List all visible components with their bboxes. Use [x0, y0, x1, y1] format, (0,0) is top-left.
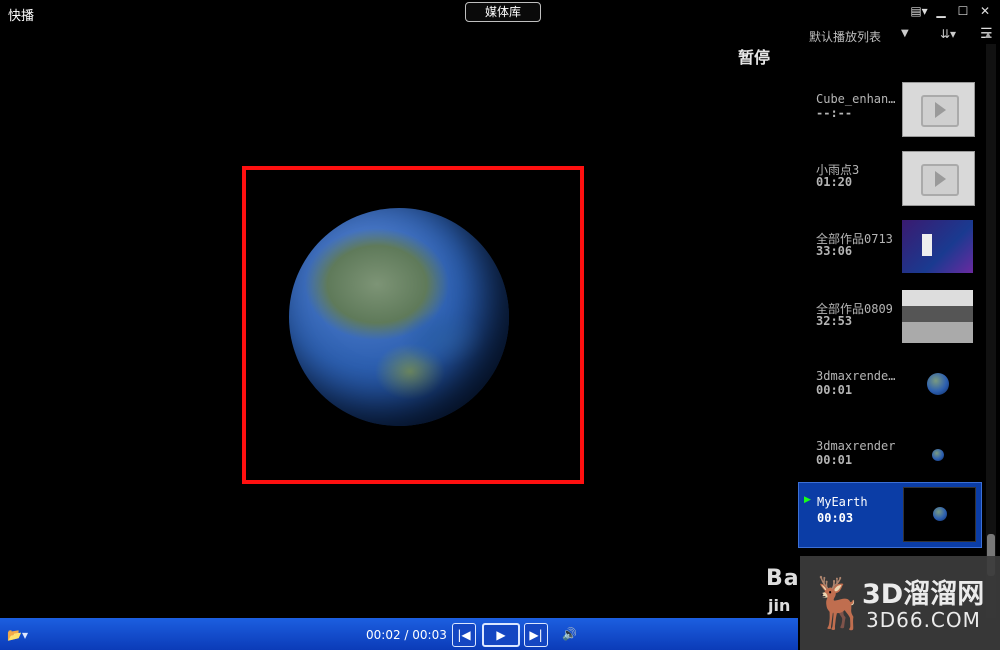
- playlist-item[interactable]: Cube_enhan… --:--: [798, 68, 980, 137]
- window-controls: ▤▾ ▁ ☐ ✕: [910, 3, 994, 19]
- now-playing-icon: ▶: [804, 495, 811, 505]
- chevron-down-icon[interactable]: ▼: [901, 28, 909, 39]
- baidu-watermark: Ba: [766, 566, 800, 591]
- watermark-site: 3D66.COM: [866, 608, 981, 632]
- title-bar: 快播 媒体库 ▤▾ ▁ ☐ ✕: [0, 0, 1000, 26]
- video-thumbnail: [903, 487, 976, 542]
- playback-control-bar: 📂▾ 00:02 / 00:03 |◀ ▶ ▶| 🔊: [0, 618, 798, 650]
- playlist-item[interactable]: 3dmaxrende… 00:01: [798, 345, 980, 412]
- pause-status-label: 暂停: [738, 48, 771, 67]
- close-icon[interactable]: ✕: [976, 3, 994, 19]
- playlist-item-active[interactable]: ▶ MyEarth 00:03: [798, 482, 982, 548]
- playlist-title[interactable]: 默认播放列表: [809, 28, 881, 45]
- playlist-item-duration: 00:01: [816, 453, 853, 467]
- playlist-item[interactable]: 小雨点3 01:20: [798, 137, 980, 206]
- skin-icon[interactable]: ▤▾: [910, 3, 928, 19]
- playlist-item-duration: 00:01: [816, 383, 853, 397]
- playlist-scrollbar[interactable]: [986, 44, 996, 618]
- video-thumbnail: [902, 151, 975, 206]
- sort-icon[interactable]: ⇊▾: [940, 27, 956, 41]
- playlist-item-duration: 01:20: [816, 175, 853, 189]
- earth-globe-image: [289, 208, 509, 426]
- playlist-item-duration: --:--: [816, 106, 853, 120]
- video-thumbnail: [902, 220, 973, 273]
- deer-logo-icon: 🦌: [808, 574, 871, 632]
- play-button[interactable]: ▶: [482, 623, 520, 647]
- video-thumbnail: [902, 359, 973, 412]
- media-library-button[interactable]: 媒体库: [465, 2, 541, 22]
- playlist-item-name: Cube_enhan…: [816, 92, 896, 106]
- video-thumbnail: [902, 290, 973, 343]
- previous-button[interactable]: |◀: [452, 623, 476, 647]
- minimize-icon[interactable]: ▁: [932, 3, 950, 19]
- playlist-item-duration: 32:53: [816, 314, 853, 328]
- app-title: 快播: [8, 9, 35, 24]
- video-thumbnail: [902, 82, 975, 137]
- playlist-panel: 默认播放列表 ▼ ⇊▾ ☰ Cube_enhan… --:-- 小雨点3 01:…: [798, 26, 1000, 618]
- playlist-item-duration: 00:03: [817, 511, 854, 525]
- baidu-jingyan-watermark: jin: [768, 596, 791, 615]
- playlist-item-name: 3dmaxrender: [816, 439, 896, 453]
- playlist-item[interactable]: 全部作品0809 32:53: [798, 276, 980, 343]
- watermark-logo: 🦌 3D溜溜网 3D66.COM: [800, 556, 1000, 650]
- scroll-up-icon[interactable]: ▲: [985, 30, 991, 39]
- playlist-item[interactable]: 全部作品0713 33:06: [798, 206, 980, 273]
- video-thumbnail: [902, 429, 973, 482]
- playlist-item[interactable]: 3dmaxrender 00:01: [798, 415, 980, 482]
- volume-icon[interactable]: 🔊: [562, 627, 577, 641]
- playback-time: 00:02 / 00:03: [366, 628, 447, 642]
- watermark-brand: 3D溜溜网: [862, 579, 985, 610]
- next-button[interactable]: ▶|: [524, 623, 548, 647]
- playlist-header: 默认播放列表 ▼ ⇊▾ ☰: [798, 26, 1000, 46]
- maximize-icon[interactable]: ☐: [954, 3, 972, 19]
- open-file-icon[interactable]: 📂▾: [7, 628, 28, 642]
- playlist-item-name: MyEarth: [817, 495, 868, 509]
- playlist-item-name: 3dmaxrende…: [816, 369, 896, 383]
- playlist-item-duration: 33:06: [816, 244, 853, 258]
